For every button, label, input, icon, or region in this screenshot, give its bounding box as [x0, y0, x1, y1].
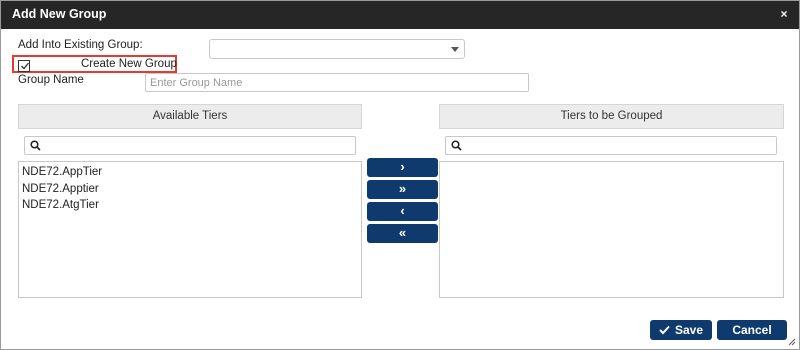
save-button[interactable]: Save [650, 320, 712, 340]
available-tiers-search[interactable] [24, 136, 356, 155]
close-icon[interactable]: × [777, 7, 791, 21]
checkmark-icon [21, 62, 30, 70]
group-name-label: Group Name [18, 74, 84, 86]
chevron-down-icon [451, 47, 459, 52]
list-item[interactable]: NDE72.Apptier [19, 181, 361, 198]
move-all-button[interactable]: » [367, 180, 438, 199]
available-tiers-items: NDE72.AppTier NDE72.Apptier NDE72.AtgTier [19, 162, 361, 214]
search-icon [451, 140, 462, 151]
available-tiers-header: Available Tiers [18, 104, 362, 129]
list-item[interactable]: NDE72.AppTier [19, 164, 361, 181]
grouped-tiers-header: Tiers to be Grouped [439, 104, 784, 129]
existing-group-select[interactable] [209, 39, 465, 59]
dialog-titlebar: Add New Group × [1, 1, 799, 29]
group-name-input[interactable] [146, 74, 528, 91]
remove-all-button[interactable]: « [367, 224, 438, 243]
resize-handle-icon[interactable] [788, 338, 796, 346]
list-item[interactable]: NDE72.AtgTier [19, 197, 361, 214]
check-icon [659, 325, 670, 335]
create-new-group-label: Create New Group [81, 58, 177, 70]
grouped-tiers-search[interactable] [445, 136, 777, 155]
add-new-group-dialog: Add New Group × Add Into Existing Group:… [0, 0, 800, 350]
create-new-group-checkbox[interactable] [18, 60, 30, 72]
search-icon [30, 140, 41, 151]
dialog-title: Add New Group [12, 7, 107, 21]
available-tiers-list[interactable]: NDE72.AppTier NDE72.Apptier NDE72.AtgTier [18, 161, 362, 298]
existing-group-label: Add Into Existing Group: [18, 39, 143, 51]
grouped-tiers-list[interactable] [439, 161, 784, 298]
grouped-tiers-items [440, 162, 783, 164]
save-button-label: Save [675, 323, 704, 337]
move-selected-button[interactable]: › [367, 158, 438, 177]
cancel-button[interactable]: Cancel [717, 320, 787, 340]
remove-selected-button[interactable]: ‹ [367, 202, 438, 221]
group-name-field[interactable] [145, 73, 529, 92]
